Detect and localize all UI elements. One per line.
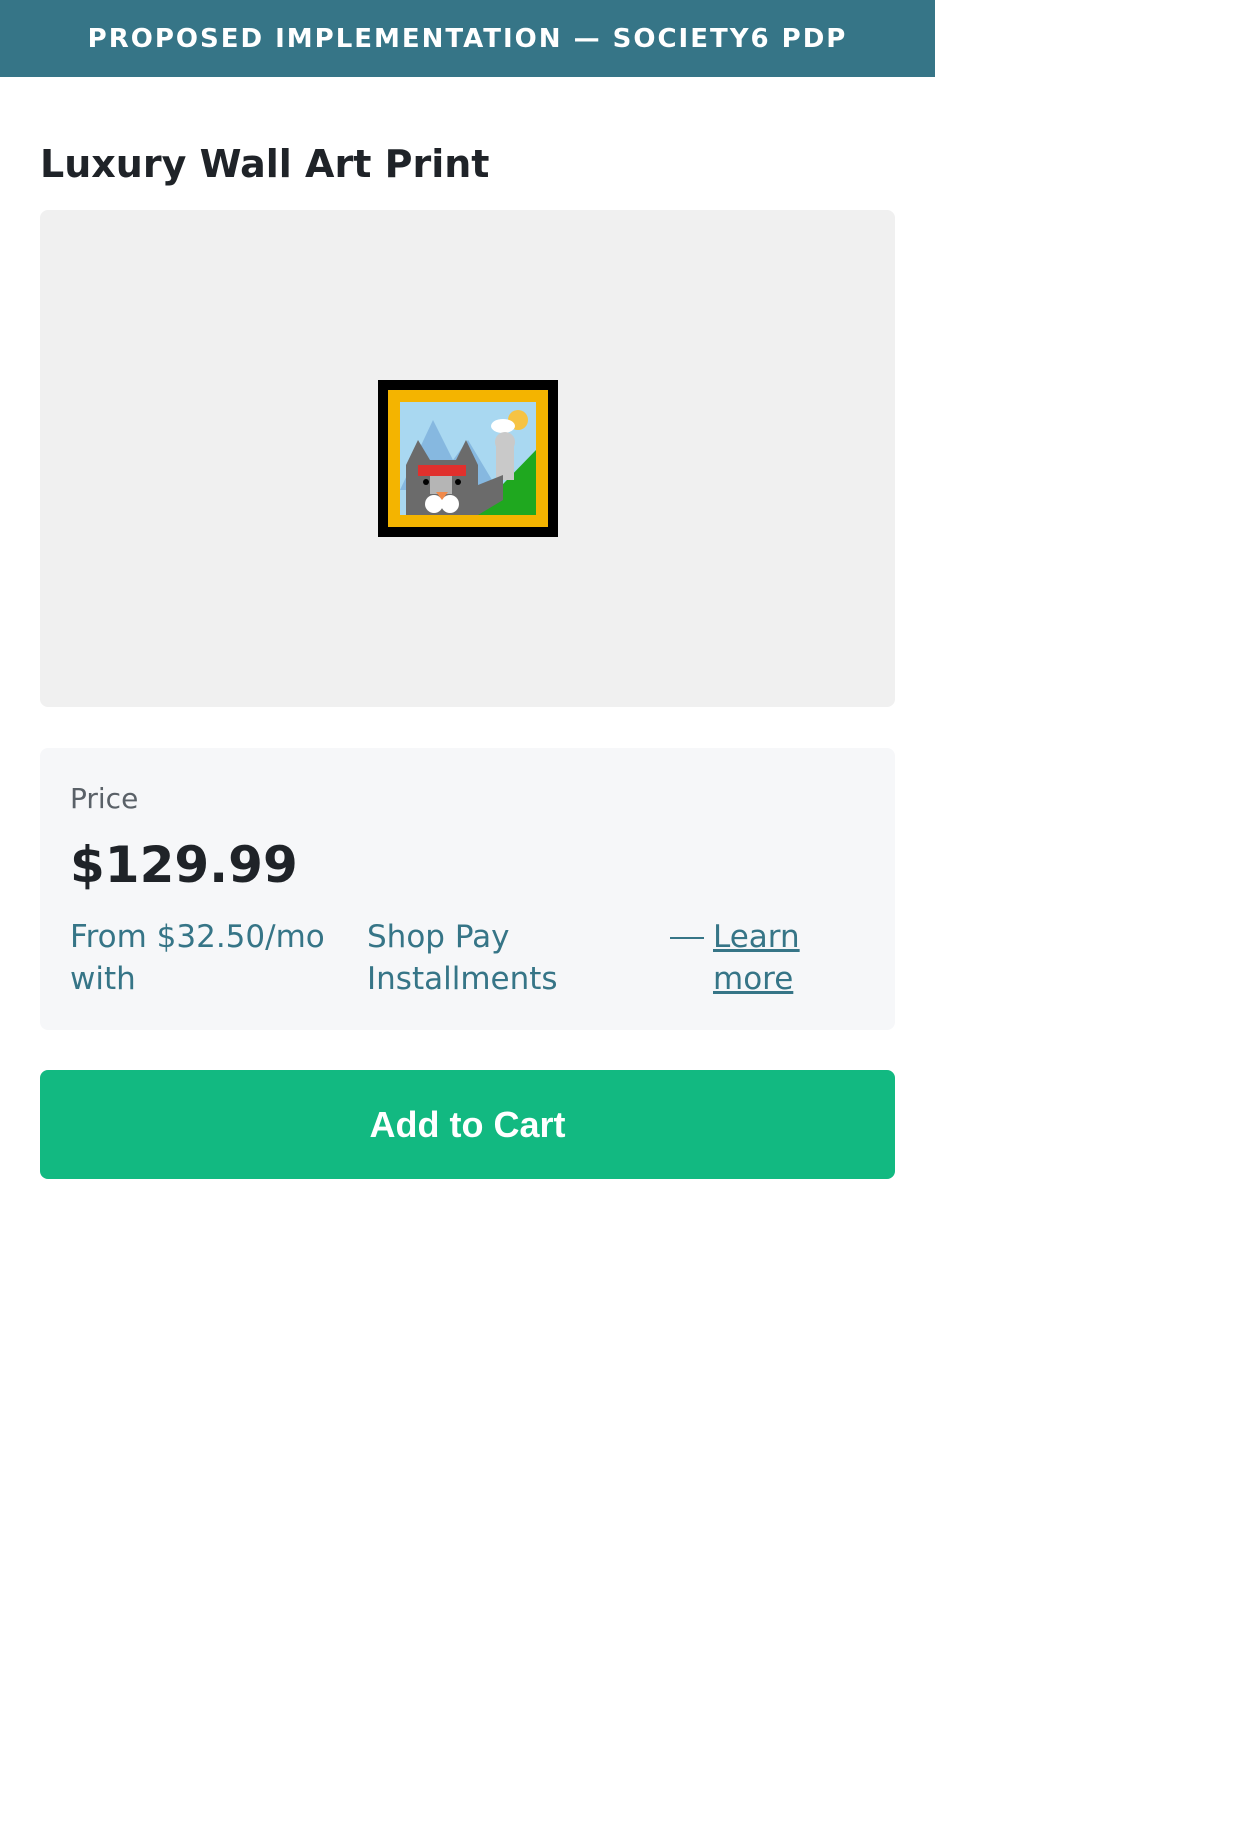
learn-more-link[interactable]: Learn more	[713, 916, 823, 1000]
installments-separator	[670, 937, 704, 939]
installments-row: From $32.50/mo with Shop Pay Installment…	[70, 916, 870, 1006]
framed-picture-icon	[377, 380, 558, 537]
price-label: Price	[70, 782, 139, 815]
top-banner: PROPOSED IMPLEMENTATION — SOCIETY6 PDP	[0, 0, 935, 77]
price-panel: Price $129.99 From $32.50/mo with Shop P…	[40, 748, 895, 1030]
price-value: $129.99	[70, 836, 298, 894]
banner-text: PROPOSED IMPLEMENTATION — SOCIETY6 PDP	[87, 23, 848, 54]
installments-from-text: From $32.50/mo with	[70, 919, 325, 997]
product-title: Luxury Wall Art Print	[40, 142, 490, 186]
add-to-cart-button[interactable]: Add to Cart	[40, 1070, 895, 1179]
installments-provider-text: Shop Pay Installments	[367, 919, 558, 997]
product-image-area	[40, 210, 895, 707]
